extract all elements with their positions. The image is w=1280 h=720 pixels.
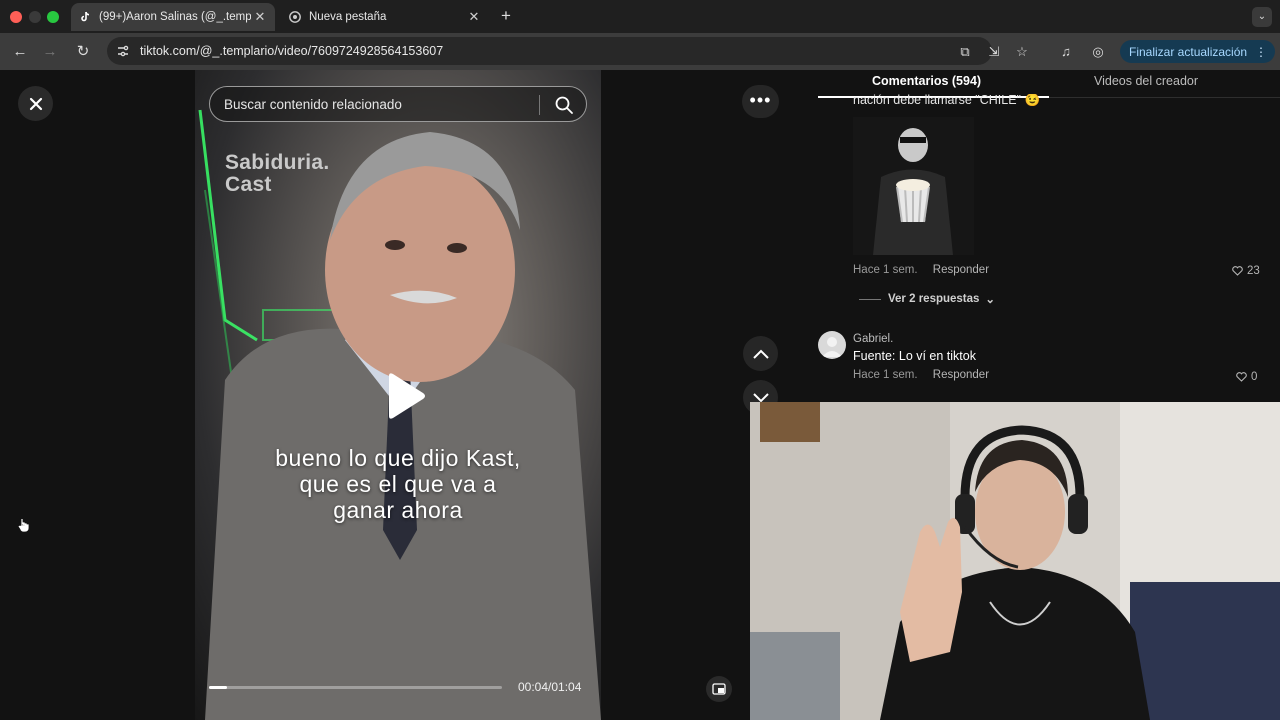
comment-meta: Hace 1 sem. Responder bbox=[853, 369, 989, 381]
comment-meta: Hace 1 sem. Responder bbox=[853, 264, 989, 276]
close-icon bbox=[29, 97, 42, 110]
url-text: tiktok.com/@_.templario/video/7609724928… bbox=[140, 44, 444, 58]
browser-toolbar: ← → ↻ tiktok.com/@_.templario/video/7609… bbox=[0, 33, 1280, 70]
video-progress-bar[interactable] bbox=[209, 686, 502, 689]
view-replies-button[interactable]: Ver 2 respuestas ⌄ bbox=[859, 292, 995, 306]
update-button[interactable]: Finalizar actualización ⋮ bbox=[1120, 40, 1275, 63]
avatar[interactable] bbox=[818, 331, 846, 359]
bookmark-star-icon[interactable]: ☆ bbox=[1013, 43, 1031, 61]
tab-title: Nueva pestaña bbox=[309, 11, 387, 23]
caption-line: que es el que va a bbox=[299, 471, 497, 497]
video-player[interactable]: Buscar contenido relacionado Sabiduria. … bbox=[195, 70, 601, 720]
like-button[interactable]: 23 bbox=[1232, 265, 1260, 277]
chevron-up-icon bbox=[752, 349, 769, 359]
reply-button[interactable]: Responder bbox=[933, 264, 989, 276]
window-close-button[interactable] bbox=[10, 11, 22, 23]
tab-title: (99+)Aaron Salinas (@_.templario) bbox=[99, 11, 251, 23]
tab-new[interactable]: Nueva pestaña ✕ bbox=[281, 3, 489, 31]
brand-line: Sabiduria. bbox=[225, 151, 330, 174]
reload-icon[interactable]: ↻ bbox=[73, 42, 93, 62]
previous-video-button[interactable] bbox=[743, 336, 778, 371]
install-app-icon[interactable]: ⇲ bbox=[985, 43, 1003, 61]
search-icon[interactable] bbox=[554, 95, 574, 115]
search-divider bbox=[539, 95, 540, 115]
translate-icon[interactable]: ⧉ bbox=[957, 44, 973, 60]
caption-line: bueno lo que dijo Kast, bbox=[275, 445, 521, 471]
tab-tiktok[interactable]: (99+)Aaron Salinas (@_.templario) ✕ bbox=[71, 3, 275, 31]
tab-comments[interactable]: Comentarios (594) bbox=[872, 74, 981, 88]
pip-icon bbox=[712, 683, 726, 695]
brand-line: Cast bbox=[225, 173, 272, 196]
default-avatar-icon bbox=[822, 337, 842, 357]
like-button[interactable]: 0 bbox=[1236, 371, 1257, 383]
video-time: 00:04/01:04 bbox=[518, 680, 582, 694]
tiktok-page: Buscar contenido relacionado Sabiduria. … bbox=[0, 70, 1280, 720]
play-icon[interactable] bbox=[377, 370, 429, 422]
tab-creator-videos[interactable]: Videos del creador bbox=[1094, 74, 1198, 88]
like-count: 23 bbox=[1247, 265, 1260, 277]
like-count: 0 bbox=[1251, 371, 1258, 383]
related-search-input[interactable]: Buscar contenido relacionado bbox=[209, 86, 587, 122]
site-settings-icon[interactable] bbox=[116, 44, 130, 58]
tab-strip: (99+)Aaron Salinas (@_.templario) ✕ Nuev… bbox=[0, 0, 1280, 33]
update-label: Finalizar actualización bbox=[1129, 44, 1248, 59]
menu-dots-icon[interactable]: ⋮ bbox=[1255, 45, 1267, 59]
caption-line: ganar ahora bbox=[333, 497, 463, 523]
hand-cursor-icon bbox=[18, 519, 29, 532]
close-video-button[interactable] bbox=[18, 86, 53, 121]
profile-icon[interactable]: ◎ bbox=[1089, 43, 1107, 61]
brand-watermark: Sabiduria. Cast bbox=[225, 152, 330, 196]
address-bar[interactable]: tiktok.com/@_.templario/video/7609724928… bbox=[107, 37, 992, 65]
comment-text: nación debe llamarse "CHILE" 😉 bbox=[853, 94, 1041, 106]
media-control-icon[interactable]: ♫ bbox=[1057, 43, 1075, 61]
search-placeholder: Buscar contenido relacionado bbox=[224, 96, 402, 112]
comment-gif-image[interactable] bbox=[853, 117, 974, 255]
picture-in-picture-button[interactable] bbox=[706, 676, 732, 702]
forward-arrow-icon[interactable]: → bbox=[40, 42, 60, 62]
close-tab-icon[interactable]: ✕ bbox=[465, 9, 483, 25]
chevron-down-icon bbox=[752, 392, 769, 402]
close-tab-icon[interactable]: ✕ bbox=[251, 9, 269, 25]
webcam-overlay bbox=[750, 402, 1280, 720]
comment-time: Hace 1 sem. bbox=[853, 369, 918, 381]
progress-fill bbox=[209, 686, 228, 689]
chrome-icon bbox=[289, 11, 301, 23]
video-caption: bueno lo que dijo Kast, que es el que va… bbox=[195, 445, 601, 523]
view-replies-label: Ver 2 respuestas bbox=[888, 293, 980, 305]
webcam-scene bbox=[750, 402, 1280, 720]
window-minimize-button[interactable] bbox=[29, 11, 41, 23]
comment-username[interactable]: Gabriel. bbox=[853, 333, 893, 345]
heart-icon bbox=[1232, 266, 1243, 276]
divider-line bbox=[859, 298, 881, 300]
comment-text: Fuente: Lo ví en tiktok bbox=[853, 349, 976, 363]
chevron-down-icon: ⌄ bbox=[985, 294, 996, 306]
tiktok-icon bbox=[79, 11, 91, 23]
window-maximize-button[interactable] bbox=[47, 11, 59, 23]
heart-icon bbox=[1236, 372, 1247, 382]
reply-button[interactable]: Responder bbox=[933, 369, 989, 381]
tab-search-chevron-icon[interactable]: ⌄ bbox=[1252, 7, 1272, 27]
back-arrow-icon[interactable]: ← bbox=[10, 42, 30, 62]
gif-illustration bbox=[853, 117, 974, 255]
comment-time: Hace 1 sem. bbox=[853, 264, 918, 276]
more-options-button[interactable]: ••• bbox=[742, 85, 779, 118]
new-tab-button[interactable]: + bbox=[497, 6, 515, 26]
